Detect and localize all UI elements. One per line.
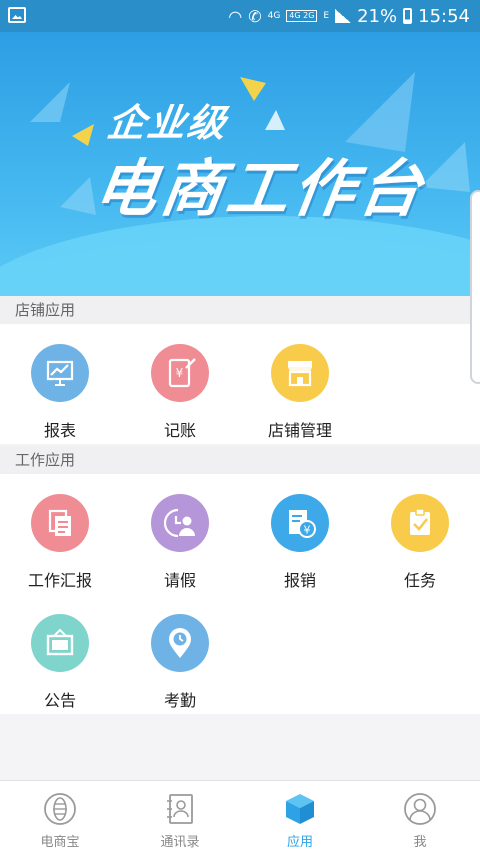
contacts-icon [167,794,193,824]
clock: 15:54 [418,5,470,27]
section-header-store: 店铺应用 [0,296,480,324]
apps-cube-icon [286,794,314,824]
app-notice[interactable]: 公告 [0,594,120,714]
notice-icon [31,614,89,672]
tab-dianshangbao[interactable]: 电商宝 [0,781,120,854]
app-leave[interactable]: 请假 [120,474,240,594]
banner-wave [0,216,480,296]
svg-text:¥: ¥ [304,524,311,537]
tab-label: 电商宝 [40,835,80,850]
store-apps-grid: 报表 ¥ 记账 店铺管理 [0,324,480,444]
task-icon [391,494,449,552]
profile-icon [404,793,436,825]
svg-text:¥: ¥ [176,366,184,380]
app-label: 店铺管理 [267,421,332,440]
app-label: 考勤 [163,691,196,710]
reimburse-icon: ¥ [271,494,329,552]
battery-icon [403,8,413,24]
tab-contacts[interactable]: 通讯录 [120,781,240,854]
app-label: 工作汇报 [27,571,92,590]
battery-percent: 21% [357,5,398,27]
app-label: 公告 [43,691,76,710]
decor-triangle [72,124,94,146]
phone-icon: ✆ [248,6,262,26]
tab-label: 我 [413,835,427,850]
network-box: 4G 2G [286,10,318,22]
tab-label: 应用 [286,835,313,850]
work-apps-grid: 工作汇报 请假 ¥ 报销 任务 公告 考勤 [0,474,480,714]
tab-label: 通讯录 [160,835,200,850]
app-label: 报销 [283,571,316,590]
chart-icon [31,344,89,402]
account-book-icon: ¥ [151,344,209,402]
banner-title-line2: 电商工作台 [90,152,431,225]
decor-triangle [240,77,266,101]
app-attendance[interactable]: 考勤 [120,594,240,714]
decor-triangle [265,110,285,130]
data-label: E [323,11,330,21]
app-label: 任务 [403,571,436,590]
app-label: 记账 [163,421,196,440]
tab-apps[interactable]: 应用 [240,781,360,854]
tab-me[interactable]: 我 [360,781,480,854]
app-store-management[interactable]: 店铺管理 [240,324,360,444]
banner[interactable]: 企业级 电商工作台 [0,32,480,296]
wifi-icon: ◠ [228,6,243,26]
side-drawer-handle[interactable] [470,190,480,384]
app-bookkeeping[interactable]: ¥ 记账 [120,324,240,444]
report-icon [31,494,89,552]
signal-icon [335,9,352,23]
decor-triangle [30,82,70,122]
app-label: 报表 [43,421,76,440]
leave-icon [151,494,209,552]
section-header-work: 工作应用 [0,446,480,474]
app-reimburse[interactable]: ¥ 报销 [240,474,360,594]
network-label: 4G [267,11,281,21]
shop-treasure-icon [44,793,76,825]
attendance-icon [151,614,209,672]
app-task[interactable]: 任务 [360,474,480,594]
status-bar: ◠ ✆ 4G 4G 2G E 21% 15:54 [0,0,480,32]
app-work-report[interactable]: 工作汇报 [0,474,120,594]
app-report[interactable]: 报表 [0,324,120,444]
app-label: 请假 [163,571,196,590]
gallery-notification-icon [8,7,26,23]
bottom-tab-bar: 电商宝 通讯录 应用 我 [0,780,480,854]
store-icon [271,344,329,402]
